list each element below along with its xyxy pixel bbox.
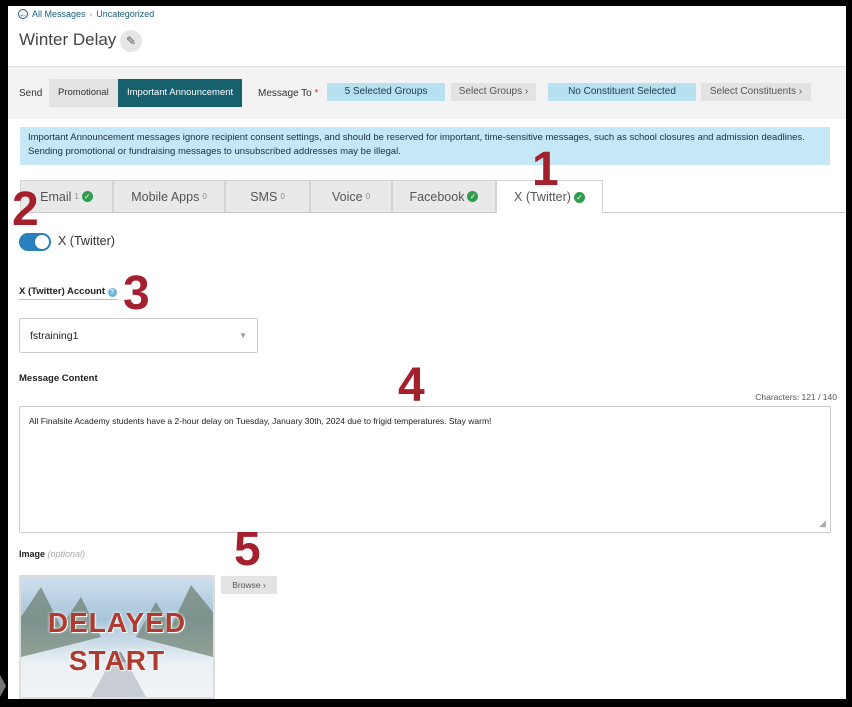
resize-grip-icon[interactable]: ◢: [819, 518, 826, 529]
tab-count: 0: [202, 192, 207, 201]
image-thumbnail[interactable]: DELAYED START: [19, 575, 215, 699]
send-toolbar: Send Promotional Important Announcement …: [8, 67, 846, 119]
tab-label: Voice: [331, 189, 363, 204]
character-count: Characters: 121 / 140: [755, 392, 837, 402]
callout-1: 1: [532, 143, 559, 196]
toggle-knob: [35, 235, 49, 249]
tab-label: Facebook: [409, 189, 465, 204]
breadcrumb-separator-icon: ›: [89, 9, 93, 19]
callout-3: 3: [123, 267, 150, 320]
message-content-textarea[interactable]: All Finalsite Academy students have a 2-…: [19, 406, 831, 533]
tab-voice[interactable]: Voice 0: [310, 180, 392, 212]
send-option-important-announcement[interactable]: Important Announcement: [118, 79, 243, 107]
select-constituents-button[interactable]: Select Constituents ›: [701, 83, 811, 101]
chevron-right-icon: ›: [798, 86, 803, 97]
breadcrumb-current[interactable]: Uncategorized: [96, 9, 154, 19]
breadcrumb: ← All Messages › Uncategorized: [18, 9, 154, 19]
help-icon[interactable]: ?: [107, 288, 117, 297]
select-groups-button[interactable]: Select Groups ›: [451, 83, 536, 101]
tabs-divider: [20, 212, 846, 213]
callout-4: 4: [398, 359, 425, 412]
check-circle-icon: ✓: [81, 191, 93, 202]
pencil-icon: ✎: [125, 34, 137, 48]
check-circle-icon: ✓: [467, 191, 479, 202]
account-select-value: fstraining1: [30, 329, 79, 342]
account-label: X (Twitter) Account ?: [19, 286, 117, 300]
check-circle-icon: ✓: [573, 191, 585, 203]
tab-label: SMS: [250, 189, 278, 204]
tab-count: 1: [74, 192, 79, 201]
browse-button[interactable]: Browse ›: [221, 576, 277, 594]
caret-down-icon: ▼: [239, 331, 247, 340]
toggle-label: X (Twitter): [58, 234, 115, 248]
chevron-right-icon: ›: [262, 580, 266, 590]
breadcrumb-all-messages[interactable]: All Messages: [32, 9, 86, 19]
send-option-promotional[interactable]: Promotional: [49, 79, 118, 107]
message-content-label: Message Content: [19, 373, 98, 384]
message-text: All Finalsite Academy students have a 2-…: [29, 416, 492, 426]
page-title: Winter Delay: [19, 30, 117, 49]
message-to-label: Message To *: [258, 88, 319, 99]
thumbnail-text-line-2: START: [68, 645, 166, 676]
send-label: Send: [19, 88, 43, 99]
tab-sms[interactable]: SMS 0: [225, 180, 310, 212]
back-arrow-icon[interactable]: ←: [18, 9, 28, 19]
thumbnail-text-line-1: DELAYED: [47, 607, 187, 638]
account-select[interactable]: fstraining1 ▼: [19, 318, 258, 353]
image-label: Image (optional): [19, 549, 86, 559]
tab-label: Mobile Apps: [131, 189, 200, 204]
edit-title-button[interactable]: ✎: [120, 30, 142, 52]
tab-mobile-apps[interactable]: Mobile Apps 0: [113, 180, 225, 212]
chevron-right-icon: ›: [524, 86, 529, 97]
callout-5: 5: [234, 523, 261, 576]
app-frame: ← All Messages › Uncategorized Winter De…: [8, 6, 846, 699]
selected-constituents-chip[interactable]: No Constituent Selected: [548, 83, 696, 101]
selected-groups-chip[interactable]: 5 Selected Groups: [327, 83, 445, 101]
tab-count: 0: [280, 192, 285, 201]
info-banner: Important Announcement messages ignore r…: [20, 127, 830, 165]
callout-2: 2: [12, 183, 39, 236]
tab-facebook[interactable]: Facebook ✓: [392, 180, 496, 212]
tab-count: 0: [365, 192, 371, 201]
tab-label: Email: [40, 189, 72, 204]
side-expand-arrow-icon[interactable]: [0, 675, 6, 697]
